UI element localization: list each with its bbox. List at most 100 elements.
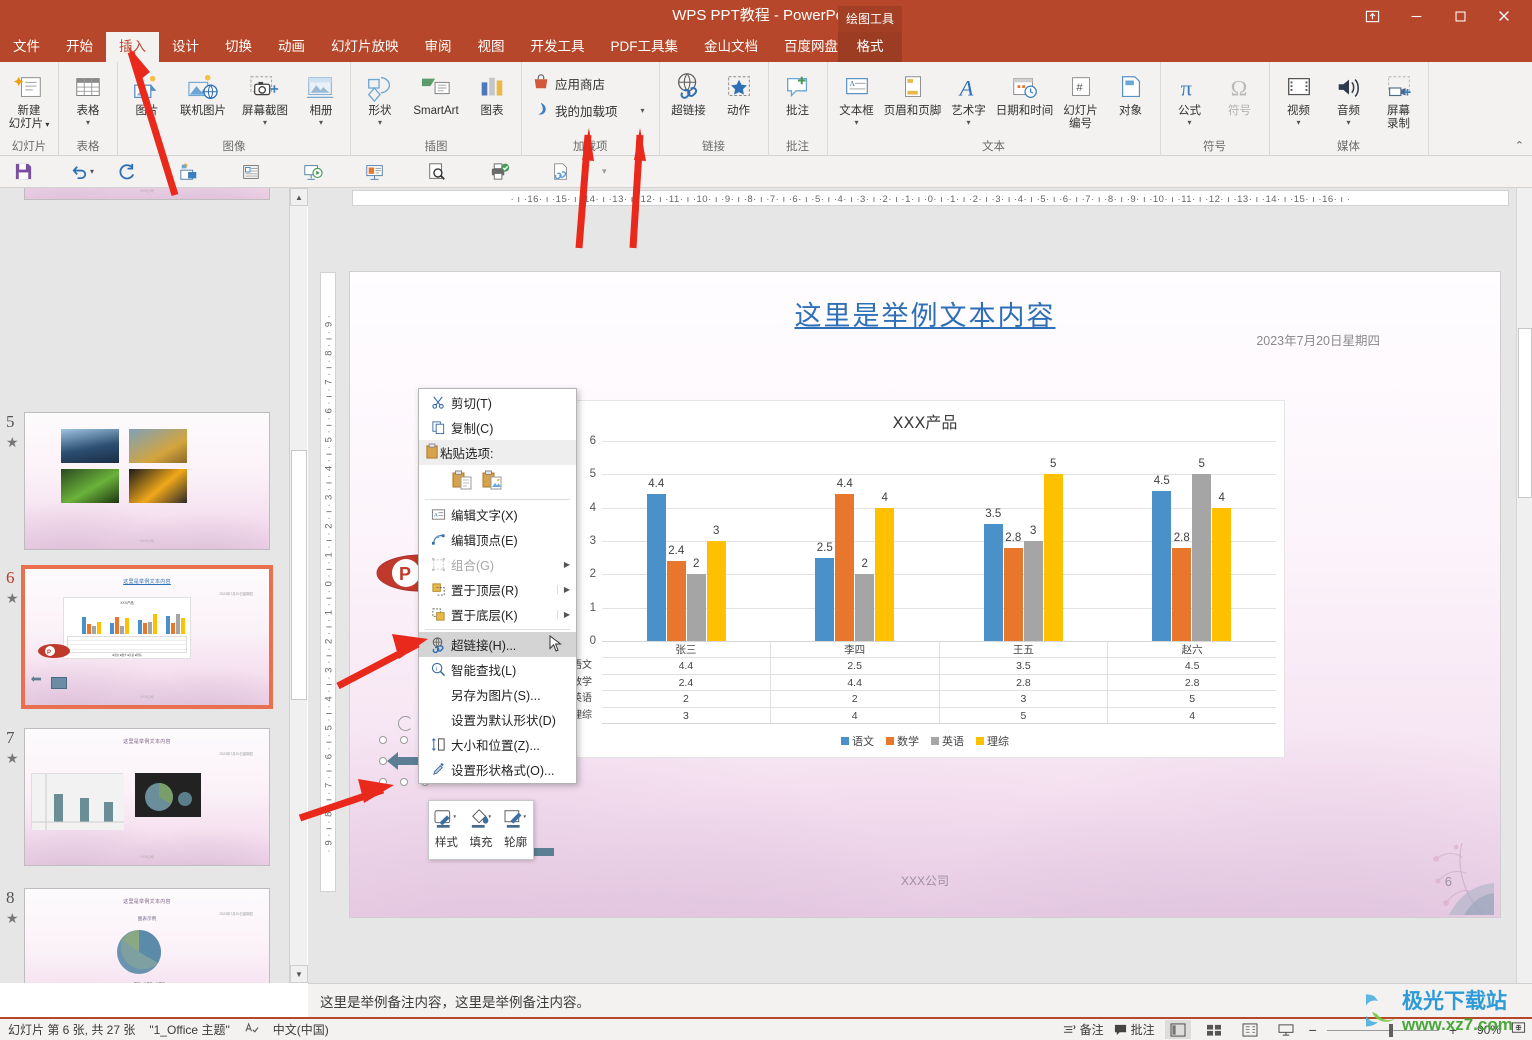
scroll-down-icon[interactable]: ▼ — [290, 965, 308, 983]
collapse-ribbon-icon[interactable]: ⌃ — [1515, 139, 1524, 152]
notes-text[interactable]: 这里是举例备注内容，这里是举例备注内容。 — [320, 991, 590, 1011]
chevron-down-icon[interactable]: ▾ — [1297, 118, 1301, 127]
bar-lizong[interactable]: 5 — [1043, 458, 1063, 641]
picture-button[interactable]: 图片 — [122, 66, 172, 118]
tab-view[interactable]: 视图 — [465, 32, 518, 62]
video-button[interactable]: 视频 ▾ — [1274, 66, 1324, 127]
chevron-down-icon[interactable]: ▾ — [1347, 118, 1351, 127]
chevron-down-icon[interactable]: ▾ — [86, 118, 90, 127]
equation-button[interactable]: π 公式 ▾ — [1165, 66, 1215, 127]
bar-yingyu[interactable]: 2 — [855, 558, 875, 641]
menu-item-edit-text[interactable]: A 编辑文字(X) — [419, 502, 576, 527]
notes-toggle-button[interactable]: 备注 — [1063, 1021, 1104, 1038]
bar-yuwen[interactable]: 2.5 — [815, 542, 835, 641]
chevron-down-icon[interactable]: ▾ — [1188, 118, 1192, 127]
chart-button[interactable]: 图表 — [467, 66, 517, 118]
chevron-down-icon[interactable]: ▾ — [855, 118, 859, 127]
minimize-button[interactable] — [1394, 0, 1438, 32]
bar-lizong[interactable]: 4 — [1212, 492, 1232, 641]
menu-item-bring-to-front[interactable]: 置于顶层(R) ▶ — [419, 577, 576, 602]
slide-number-button[interactable]: # 幻灯片 编号 — [1056, 66, 1106, 130]
tab-pdf-tools[interactable]: PDF工具集 — [598, 32, 692, 62]
legend-item-lizong[interactable]: 理综 — [976, 733, 1009, 749]
smartart-button[interactable]: SmartArt — [405, 66, 467, 118]
legend-item-yingyu[interactable]: 英语 — [931, 733, 964, 749]
chevron-down-icon[interactable]: ▾ — [967, 118, 971, 127]
store-button[interactable]: 应用商店 — [526, 70, 651, 97]
fill-button[interactable]: 填充 — [464, 806, 499, 850]
chevron-down-icon[interactable]: ▾ — [263, 118, 267, 127]
my-addins-button[interactable]: 我的加载项 ▾ — [526, 97, 651, 124]
tab-animations[interactable]: 动画 — [265, 32, 318, 62]
save-icon[interactable] — [6, 158, 40, 186]
comment-button[interactable]: 批注 — [773, 66, 823, 118]
tab-file[interactable]: 文件 — [0, 32, 53, 62]
bar-yuwen[interactable]: 3.5 — [983, 508, 1003, 641]
language-label[interactable]: 中文(中国) — [273, 1021, 329, 1038]
bar-shuxue[interactable]: 4.4 — [835, 478, 855, 641]
left-arrow-shape[interactable] — [387, 752, 421, 770]
wordart-button[interactable]: A 艺术字 ▾ — [944, 66, 994, 127]
tab-home[interactable]: 开始 — [53, 32, 106, 62]
presentation-icon[interactable] — [296, 158, 330, 186]
online-picture-button[interactable]: 联机图片 — [172, 66, 234, 118]
slide-date-text[interactable]: 2023年7月20日星期四 — [1256, 330, 1380, 349]
menu-item-set-default-shape[interactable]: 设置为默认形状(D) — [419, 707, 576, 732]
menu-item-size-and-position[interactable]: 大小和位置(Z)... — [419, 732, 576, 757]
hyperlink-button[interactable]: 超链接 — [664, 66, 714, 118]
slide-thumbnail-pane[interactable]: XXX公司 5 ★ XXX公司 6 ★ 这里是举例文本内容 2023年7月20日… — [0, 188, 290, 983]
bar-yingyu[interactable]: 2 — [686, 558, 706, 641]
photo-album-button[interactable]: 相册 ▾ — [296, 66, 346, 127]
mini-format-toolbar[interactable]: 样式 填充 轮廓 — [428, 800, 534, 860]
tab-insert[interactable]: 插入 — [106, 32, 159, 62]
submenu-arrow-icon[interactable]: ▶ — [556, 585, 570, 594]
slide-title-text[interactable]: 这里是举例文本内容 — [350, 294, 1500, 333]
slide-sorter-icon[interactable] — [1201, 1020, 1227, 1039]
shapes-button[interactable]: 形状 ▾ — [355, 66, 405, 127]
notes-icon[interactable] — [234, 158, 268, 186]
object-button[interactable]: 对象 — [1106, 66, 1156, 118]
print-check-icon[interactable] — [482, 158, 516, 186]
menu-item-edit-points[interactable]: 编辑顶点(E) — [419, 527, 576, 552]
scroll-up-icon[interactable]: ▲ — [290, 188, 308, 206]
textbox-button[interactable]: A 文本框 ▾ — [832, 66, 882, 127]
tab-slideshow[interactable]: 幻灯片放映 — [318, 32, 412, 62]
scrollbar-thumb[interactable] — [1518, 328, 1532, 498]
spellcheck-icon[interactable] — [244, 1021, 259, 1038]
doc-link-icon[interactable] — [544, 158, 578, 186]
bar-shuxue[interactable]: 2.4 — [666, 545, 686, 641]
chevron-down-icon[interactable]: ▾ — [378, 118, 382, 127]
comments-toggle-button[interactable]: 批注 — [1114, 1021, 1155, 1038]
thumbnail-scrollbar[interactable]: ▲ ▼ — [289, 188, 308, 983]
menu-item-copy[interactable]: 复制(C) — [419, 415, 576, 440]
resize-handle-n[interactable] — [400, 736, 408, 744]
start-from-beginning-icon[interactable] — [172, 158, 206, 186]
resize-handle-s[interactable] — [400, 778, 408, 786]
menu-item-format-shape[interactable]: 设置形状格式(O)... — [419, 757, 576, 782]
paste-picture-icon[interactable] — [481, 469, 503, 491]
tab-kingsoft-docs[interactable]: 金山文档 — [691, 32, 771, 62]
tab-design[interactable]: 设计 — [159, 32, 212, 62]
bar-lizong[interactable]: 4 — [875, 492, 895, 641]
redo-icon[interactable] — [110, 158, 144, 186]
action-button[interactable]: 动作 — [714, 66, 764, 118]
outline-button[interactable]: 轮廓 — [498, 806, 533, 850]
qat-more-icon[interactable]: ▾ — [602, 166, 607, 177]
menu-item-smart-lookup[interactable]: i 智能查找(L) — [419, 657, 576, 682]
tab-developer[interactable]: 开发工具 — [518, 32, 598, 62]
reading-view-icon[interactable] — [1237, 1020, 1263, 1039]
scrollbar-thumb[interactable] — [291, 450, 307, 700]
bar-shuxue[interactable]: 2.8 — [1172, 532, 1192, 641]
undo-dropdown-icon[interactable]: ▾ — [90, 167, 94, 176]
rotate-handle[interactable] — [398, 716, 413, 731]
context-menu[interactable]: 剪切(T) 复制(C) 粘贴选项: A 编辑文字(X) 编辑顶点(E) 组合(G… — [418, 388, 577, 784]
close-button[interactable] — [1482, 0, 1526, 32]
bar-yingyu[interactable]: 3 — [1023, 525, 1043, 641]
horizontal-ruler[interactable]: · ı ·16· ı ·15· ı ·14· ı ·13· ı ·12· ı ·… — [352, 190, 1509, 206]
bar-yingyu[interactable]: 5 — [1192, 458, 1212, 641]
resize-handle-sw[interactable] — [379, 778, 387, 786]
bar-yuwen[interactable]: 4.4 — [646, 478, 666, 641]
header-footer-button[interactable]: 页眉和页脚 — [882, 66, 944, 118]
chart-object[interactable]: XXX产品 0 1 2 3 4 5 6 4.4 2.4 2 3 2.5 4.4 … — [564, 400, 1285, 758]
screen-record-button[interactable]: 屏幕 录制 — [1374, 66, 1424, 130]
